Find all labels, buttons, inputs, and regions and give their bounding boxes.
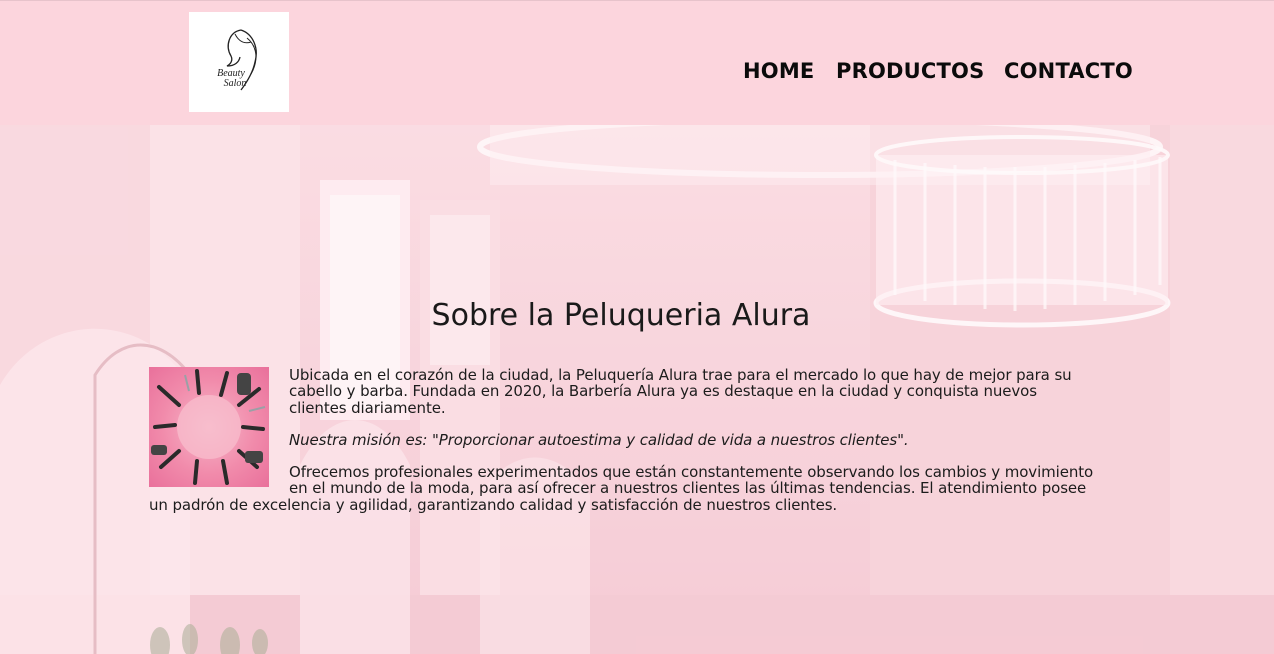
nav-contact-link[interactable]: CONTACTO [1004,59,1133,83]
about-paragraph-3: Ofrecemos profesionales experimentados q… [149,463,1094,514]
page-title: Sobre la Peluqueria Alura [431,298,811,333]
hair-tools-icon [151,369,266,485]
main-nav: HOME PRODUCTOS CONTACTO [0,59,1274,89]
nav-products-link[interactable]: PRODUCTOS [836,59,984,83]
hair-tools-image [149,367,269,487]
mission-paragraph: Nuestra misión es: "Proporcionar autoest… [289,430,909,449]
nav-home-link[interactable]: HOME [743,59,814,83]
site-header: Beauty Salon HOME PRODUCTOS CONTACTO [0,0,1274,125]
about-paragraph-1: Ubicada en el corazón de la ciudad, la P… [289,366,1072,417]
about-section: Ubicada en el corazón de la ciudad, la P… [149,367,1094,529]
